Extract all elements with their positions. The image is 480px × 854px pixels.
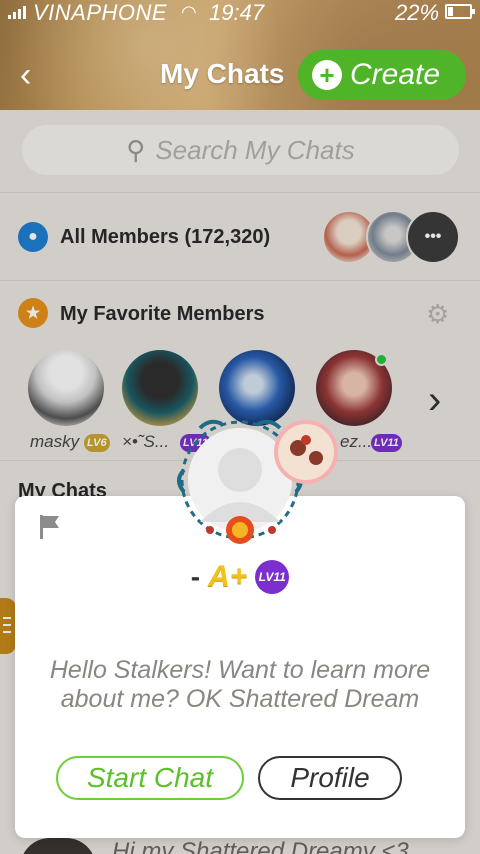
- member-name-row: - A+ LV11: [15, 560, 465, 594]
- sunflower-icon: [226, 516, 254, 544]
- flag-icon[interactable]: [39, 514, 61, 540]
- sticker-icon: [274, 420, 338, 484]
- create-button[interactable]: + Create: [298, 50, 466, 100]
- member-bio: Hello Stalkers! Want to learn more about…: [49, 656, 431, 713]
- create-label: Create: [350, 58, 441, 91]
- wifi-icon: ◠: [181, 2, 197, 22]
- aplus-badge: A+: [208, 560, 248, 593]
- signal-icon: [8, 6, 26, 19]
- start-chat-button[interactable]: Start Chat: [56, 756, 244, 800]
- carrier-label: VINAPHONE: [33, 0, 168, 25]
- battery-icon: [445, 4, 475, 19]
- back-chevron-icon[interactable]: ‹: [20, 58, 31, 92]
- page-title: My Chats: [160, 58, 285, 89]
- clock: 19:47: [209, 0, 265, 25]
- profile-button[interactable]: Profile: [258, 756, 402, 800]
- member-avatar[interactable]: [170, 410, 350, 560]
- battery-percent: 22%: [395, 0, 440, 25]
- level-badge: LV11: [255, 560, 290, 594]
- status-bar: VINAPHONE ◠ 19:47 22%: [0, 0, 480, 26]
- member-name: -: [190, 561, 201, 592]
- chat-plus-icon: +: [312, 60, 342, 90]
